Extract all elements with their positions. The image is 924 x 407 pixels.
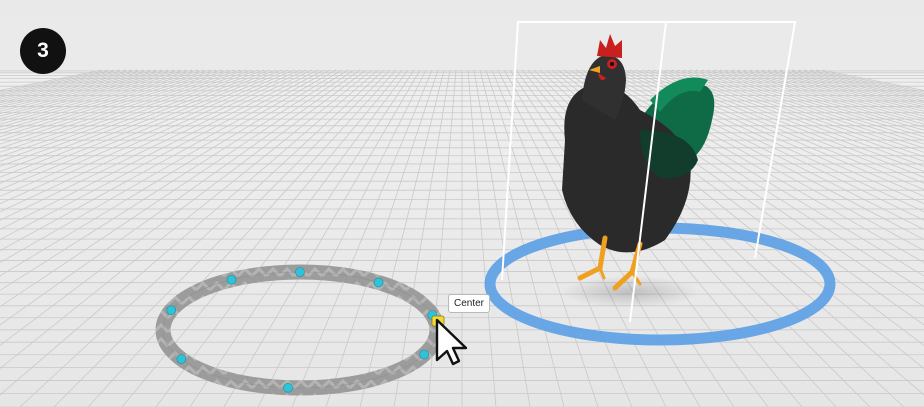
rooster-eye — [610, 62, 614, 66]
path-marker[interactable] — [166, 305, 177, 315]
path-marker[interactable] — [295, 267, 305, 277]
path-marker[interactable] — [419, 349, 429, 360]
path-marker[interactable] — [283, 382, 293, 393]
step-number-badge: 3 — [20, 28, 66, 74]
scene-canvas[interactable] — [0, 0, 924, 407]
center-tooltip: Center — [448, 294, 491, 313]
path-marker[interactable] — [226, 274, 237, 285]
path-marker[interactable] — [176, 354, 187, 364]
path-marker[interactable] — [373, 277, 384, 288]
rooster-shadow — [560, 276, 700, 308]
3d-viewport[interactable]: 3 Center — [0, 0, 924, 407]
